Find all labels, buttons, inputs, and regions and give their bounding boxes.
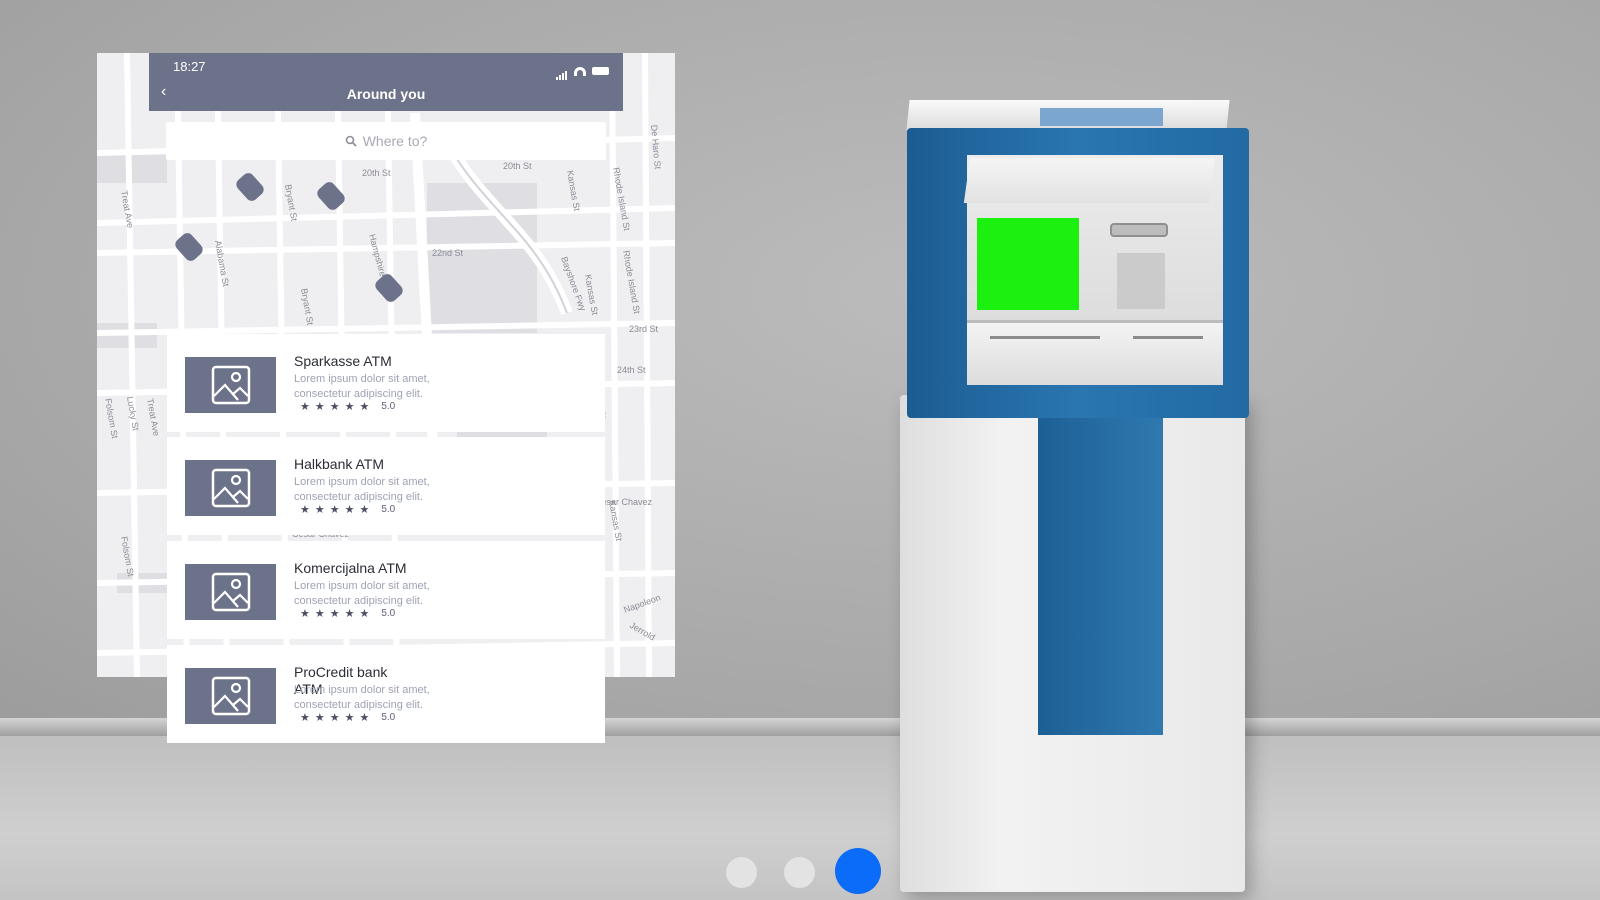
- image-placeholder-icon: [185, 460, 276, 516]
- street-label: 24th St: [617, 365, 646, 375]
- rating: ★★★★★ 5.0: [300, 503, 395, 516]
- rating: ★★★★★ 5.0: [300, 400, 395, 413]
- page-title: Around you: [346, 86, 426, 102]
- pager-dot-1[interactable]: [726, 857, 757, 888]
- image-placeholder-icon: [185, 668, 276, 724]
- atm-green-screen: [977, 218, 1079, 310]
- street-label: 23rd St: [629, 324, 659, 334]
- atm-list-item[interactable]: Sparkasse ATM Lorem ipsum dolor sit amet…: [167, 334, 605, 432]
- pager-dot-2[interactable]: [784, 857, 815, 888]
- atm-tray: [967, 320, 1223, 385]
- rating: ★★★★★ 5.0: [300, 711, 395, 724]
- rating-value: 5.0: [381, 712, 396, 723]
- search-input[interactable]: Where to?: [166, 122, 606, 160]
- star-icon: ★★★★★: [300, 401, 375, 413]
- status-time: 18:27: [173, 59, 206, 74]
- rating-value: 5.0: [381, 608, 396, 619]
- atm-cash-slot: [990, 336, 1100, 339]
- atm-list-item[interactable]: ProCredit bank ATM Lorem ipsum dolor sit…: [167, 645, 605, 743]
- image-placeholder-icon: [185, 564, 276, 620]
- street-label: 20th St: [503, 161, 532, 171]
- star-icon: ★★★★★: [300, 504, 375, 516]
- rating: ★★★★★ 5.0: [300, 607, 395, 620]
- app-header: 18:27 ‹ Around you: [149, 53, 623, 111]
- atm-card-slot: [1110, 223, 1168, 237]
- rating-value: 5.0: [381, 504, 396, 515]
- star-icon: ★★★★★: [300, 608, 375, 620]
- atm-description: Lorem ipsum dolor sit amet, consectetur …: [294, 580, 430, 607]
- atm-stripe: [1038, 410, 1163, 735]
- street-label: 20th St: [362, 168, 391, 178]
- status-icons: [556, 62, 609, 80]
- image-placeholder-icon: [185, 357, 276, 413]
- wifi-icon: [574, 66, 586, 76]
- search-placeholder: Where to?: [362, 133, 428, 149]
- atm-list-item[interactable]: Komercijalna ATM Lorem ipsum dolor sit a…: [167, 541, 605, 639]
- atm-name: Halkbank ATM: [294, 456, 384, 472]
- rating-value: 5.0: [381, 401, 396, 412]
- atm-list-item[interactable]: Halkbank ATM Lorem ipsum dolor sit amet,…: [167, 437, 605, 535]
- atm-description: Lorem ipsum dolor sit amet, consectetur …: [294, 684, 430, 711]
- atm-receipt-slot: [1133, 336, 1203, 339]
- atm-illustration: [895, 95, 1255, 892]
- atm-cap: [1040, 108, 1163, 126]
- atm-description: Lorem ipsum dolor sit amet, consectetur …: [294, 373, 430, 400]
- pager-dot-3-active[interactable]: [835, 848, 881, 894]
- battery-icon: [592, 67, 609, 75]
- atm-description: Lorem ipsum dolor sit amet, consectetur …: [294, 476, 430, 503]
- signal-icon: [556, 62, 568, 80]
- atm-name: Komercijalna ATM: [294, 560, 407, 576]
- search-icon: [345, 135, 357, 147]
- atm-keypad: [1117, 253, 1165, 309]
- star-icon: ★★★★★: [300, 712, 375, 724]
- atm-name: Sparkasse ATM: [294, 353, 392, 369]
- street-label: 22nd St: [432, 248, 464, 258]
- atm-hood: [963, 158, 1216, 203]
